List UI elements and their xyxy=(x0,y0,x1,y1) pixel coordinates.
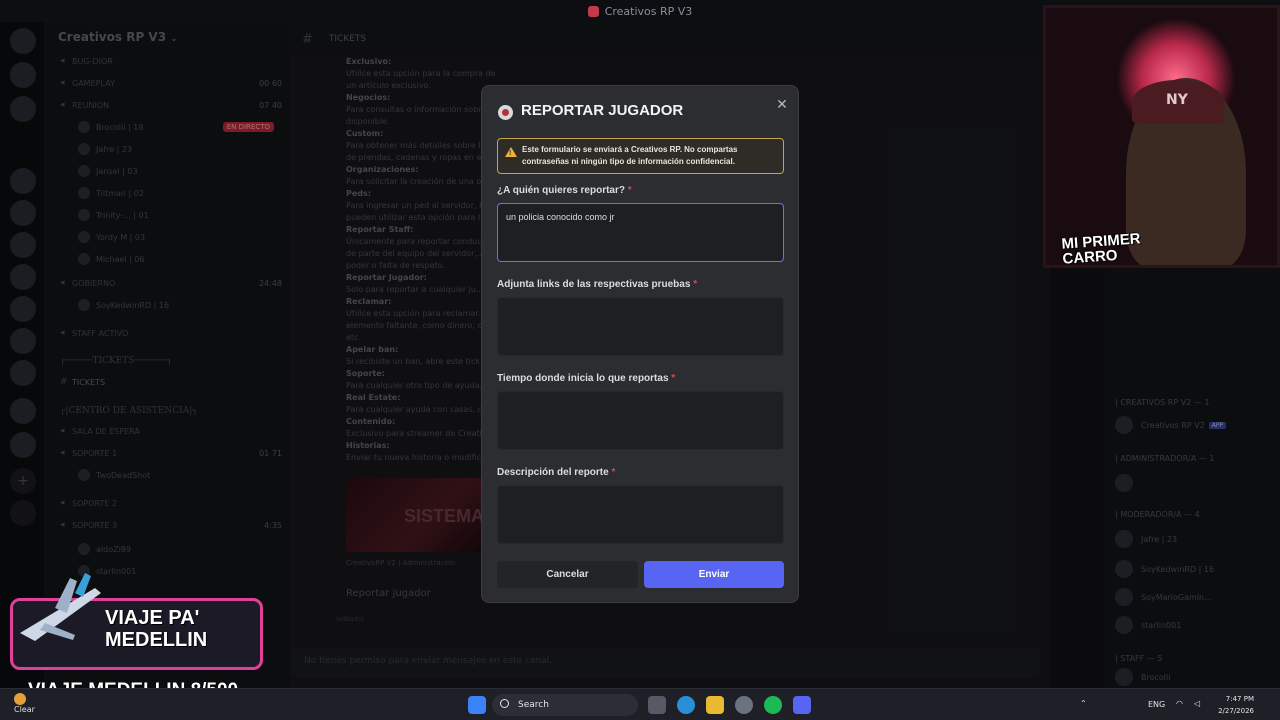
task-view-icon[interactable] xyxy=(648,696,666,714)
close-icon[interactable]: ✕ xyxy=(774,97,790,113)
field-label-evidence-links: Adjunta links de las respectivas pruebas… xyxy=(497,279,698,290)
discord-icon[interactable] xyxy=(793,696,811,714)
edge-icon[interactable] xyxy=(677,696,695,714)
reported-player-input[interactable] xyxy=(497,203,784,262)
field-label-start-time: Tiempo donde inicia lo que reportas * xyxy=(497,373,676,384)
submit-button[interactable]: Enviar xyxy=(644,561,784,588)
promo-overlay: VIAJE PA' MEDELLIN xyxy=(10,573,263,670)
cancel-button[interactable]: Cancelar xyxy=(497,561,638,588)
taskbar-search[interactable]: Search xyxy=(492,694,638,716)
evidence-links-input[interactable] xyxy=(497,297,784,356)
cap-logo: NY xyxy=(1166,92,1188,108)
clock[interactable]: 7:47 PM 2/27/2026 xyxy=(1212,693,1254,717)
settings-icon[interactable] xyxy=(735,696,753,714)
chevron-up-icon[interactable]: ⌃ xyxy=(1080,699,1087,708)
webcam-overlay: NY MI PRIMER CARRO xyxy=(1043,5,1280,268)
report-player-modal: REPORTAR JUGADOR ✕ Este formulario se en… xyxy=(481,85,799,603)
language-indicator[interactable]: ENG xyxy=(1148,700,1165,709)
report-description-input[interactable] xyxy=(497,485,784,544)
warning-text: Este formulario se enviará a Creativos R… xyxy=(522,145,738,166)
spotify-icon[interactable] xyxy=(764,696,782,714)
weather-widget[interactable]: Clear xyxy=(14,693,35,714)
window-title: Creativos RP V3 xyxy=(604,4,693,18)
webcam-sticker: MI PRIMER CARRO xyxy=(1060,230,1142,268)
search-icon xyxy=(500,699,509,708)
volume-icon[interactable]: ◁ xyxy=(1194,699,1200,708)
field-label-report-description: Descripción del reporte * xyxy=(497,467,616,478)
start-icon[interactable] xyxy=(468,696,486,714)
server-logo-icon xyxy=(498,105,513,120)
promo-title: VIAJE PA' MEDELLIN xyxy=(105,607,208,651)
weather-sun-icon xyxy=(14,693,26,705)
file-explorer-icon[interactable] xyxy=(706,696,724,714)
warning-icon xyxy=(505,147,517,160)
warning-notice: Este formulario se enviará a Creativos R… xyxy=(497,138,784,174)
airplane-icon xyxy=(20,573,101,641)
modal-title: REPORTAR JUGADOR xyxy=(521,102,684,119)
field-label-reported-player: ¿A quién quieres reportar? * xyxy=(497,185,632,196)
app-root: Creativos RP V3 + Creativos RP V3 ⌄ ◂ BUG-… xyxy=(0,0,1280,720)
app-logo-icon xyxy=(587,5,599,17)
start-time-input[interactable] xyxy=(497,391,784,450)
wifi-icon[interactable]: ◠ xyxy=(1176,699,1183,708)
taskbar: Clear Search ⌃ ENG ◠ ◁ 7:47 PM 2/27/2026 xyxy=(0,688,1280,720)
